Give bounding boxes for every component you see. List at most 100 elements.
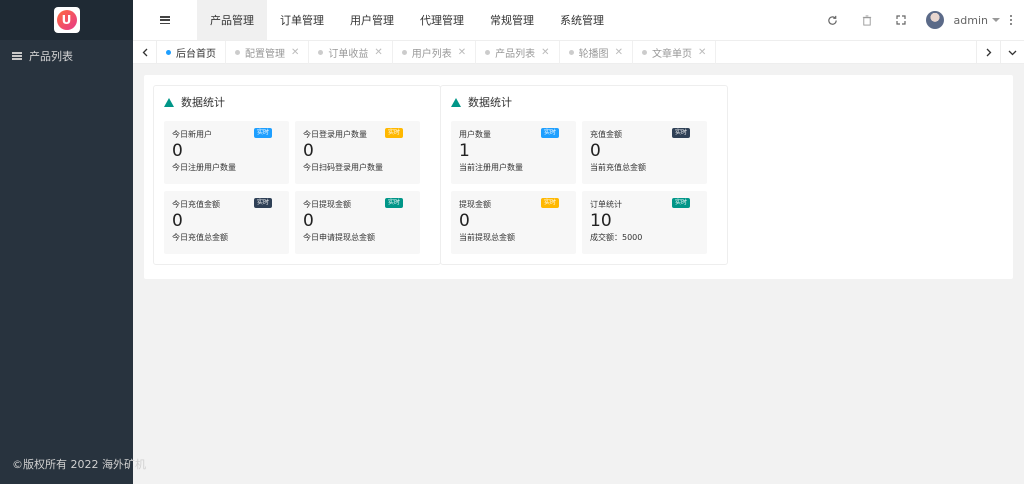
tabs-dropdown-button[interactable] [1000,41,1024,64]
top-header: 产品管理 订单管理 用户管理 代理管理 常规管理 系统管理 admin [133,0,1024,40]
realtime-badge: 实时 [253,198,272,208]
tab-user-list[interactable]: 用户列表 ✕ [393,40,477,64]
stat-desc: 今日注册用户数量 [172,163,236,172]
menu-toggle-icon [160,16,170,24]
tab-label: 文章单页 [651,48,692,60]
panel-title: 数据统计 [441,88,727,116]
chevron-down-icon [1008,50,1017,55]
warning-icon [164,97,174,107]
nav-system-management[interactable]: 系统管理 [547,0,617,40]
nav-general-management[interactable]: 常规管理 [477,0,547,40]
close-icon[interactable]: ✕ [615,47,623,58]
user-menu[interactable]: admin [918,0,1004,40]
tabs-scroll-right-button[interactable] [976,41,1000,64]
tab-dot-icon [235,49,240,55]
sidebar: U 产品列表 ©版权所有 2022 海外矿机 [0,0,146,484]
chevron-left-icon [142,48,147,56]
more-options-button[interactable] [1004,0,1018,40]
nav-user-management[interactable]: 用户管理 [337,0,407,40]
realtime-badge: 实时 [540,198,559,208]
nav-order-management[interactable]: 订单管理 [267,0,337,40]
tab-home[interactable]: 后台首页 [157,40,226,64]
sidebar-item-label: 产品列表 [29,50,73,63]
stat-desc: 当前注册用户数量 [459,163,523,172]
sidebar-item-product-list[interactable]: 产品列表 [0,40,133,72]
stat-desc: 今日充值总金额 [172,233,228,242]
stat-value: 0 [172,211,183,231]
stat-value: 1 [459,141,470,161]
stat-card: 提现金额 实时 0 当前提现总金额 [451,191,576,254]
tab-dot-icon [166,49,171,55]
stat-value: 0 [172,141,183,161]
logo-mark-icon: U [56,10,77,30]
stat-desc: 当前提现总金额 [459,233,515,242]
stat-value: 0 [590,141,601,161]
warning-icon [451,97,461,107]
tabs-right-controls [976,41,1024,64]
realtime-badge: 实时 [253,128,272,138]
stat-card: 今日提现金额 实时 0 今日申请提现总金额 [295,191,420,254]
realtime-badge: 实时 [540,128,559,138]
close-icon[interactable]: ✕ [698,47,706,58]
nav-agent-management[interactable]: 代理管理 [407,0,477,40]
tab-product-list[interactable]: 产品列表 ✕ [476,40,560,64]
close-icon[interactable]: ✕ [541,47,549,58]
close-icon[interactable]: ✕ [374,47,382,58]
tab-label: 订单收益 [328,48,369,60]
more-dot-icon [1010,19,1012,21]
stat-card: 充值金额 实时 0 当前充值总金额 [582,121,707,184]
fullscreen-button[interactable] [884,0,918,40]
more-dot-icon [1010,23,1012,25]
tab-dot-icon [641,49,647,55]
copyright-text: ©版权所有 2022 海外矿机 [12,458,146,471]
panel-title: 数据统计 [154,88,440,116]
tab-dot-icon [568,49,574,55]
avatar [925,11,944,29]
close-icon[interactable]: ✕ [291,47,299,58]
clear-cache-button[interactable] [850,0,884,40]
tab-dot-icon [401,49,407,55]
stat-desc: 成交额：5000 [590,233,643,242]
stat-value: 0 [303,211,314,231]
stats-panel-totals: 数据统计 用户数量 实时 1 当前注册用户数量 充值金额 实时 0 当前充值总金… [440,85,728,265]
realtime-badge: 实时 [671,198,690,208]
stat-card: 今日新用户 实时 0 今日注册用户数量 [164,121,289,184]
logo-area[interactable]: U [0,0,133,40]
stat-card: 今日充值金额 实时 0 今日充值总金额 [164,191,289,254]
menu-toggle-button[interactable] [133,0,197,40]
tab-order-earnings[interactable]: 订单收益 ✕ [309,40,393,64]
tab-label: 产品列表 [495,48,536,60]
panel-title-text: 数据统计 [181,96,225,109]
tab-dot-icon [318,49,324,55]
tab-label: 轮播图 [578,48,609,60]
logo: U [53,7,80,33]
stat-value: 0 [459,211,470,231]
refresh-button[interactable] [816,0,850,40]
chevron-right-icon [986,48,991,57]
header-tools: admin [816,0,1024,40]
stat-card: 今日登录用户数量 实时 0 今日扫码登录用户数量 [295,121,420,184]
panel-title-text: 数据统计 [468,96,512,109]
stat-desc: 当前充值总金额 [590,163,646,172]
fullscreen-icon [895,15,906,25]
realtime-badge: 实时 [671,128,690,138]
tabs-scroll-left-button[interactable] [133,40,157,64]
tab-article-page[interactable]: 文章单页 ✕ [633,40,717,64]
nav-product-management[interactable]: 产品管理 [197,0,267,40]
chevron-down-icon [992,18,1000,22]
tab-carousel[interactable]: 轮播图 ✕ [560,40,633,64]
trash-icon [862,14,871,26]
tab-label: 配置管理 [245,48,285,60]
stat-card: 用户数量 实时 1 当前注册用户数量 [451,121,576,184]
close-icon[interactable]: ✕ [458,47,466,58]
tab-config[interactable]: 配置管理 ✕ [226,40,310,64]
tab-dot-icon [485,49,491,55]
stat-card: 订单统计 实时 10 成交额：5000 [582,191,707,254]
tab-label: 后台首页 [176,48,216,60]
more-dot-icon [1010,15,1012,17]
tab-label: 用户列表 [411,48,452,60]
realtime-badge: 实时 [384,128,403,138]
stat-value: 10 [590,211,612,231]
refresh-icon [828,15,837,25]
stat-value: 0 [303,141,314,161]
